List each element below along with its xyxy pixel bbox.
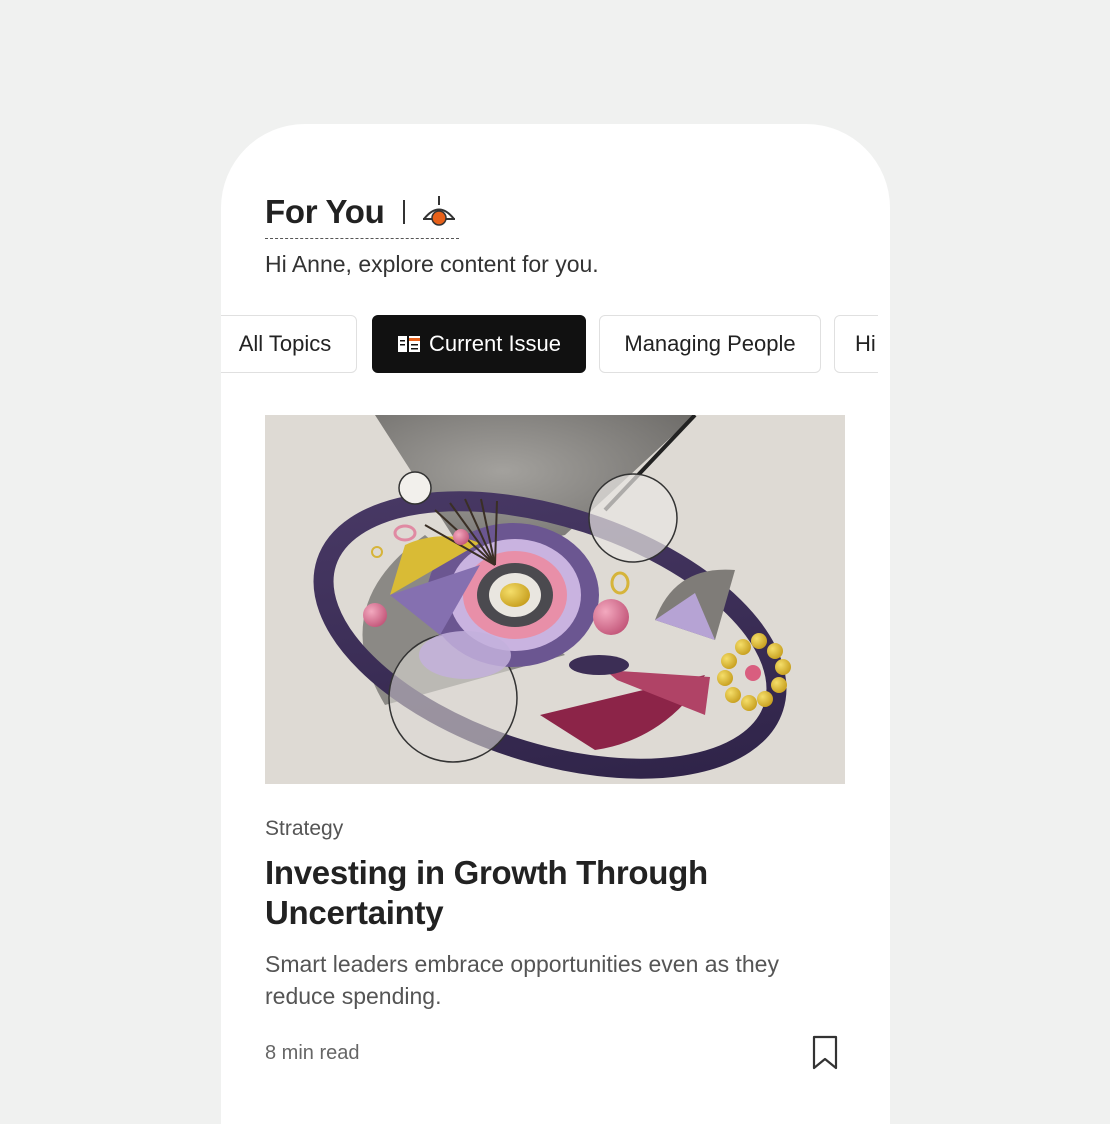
- topic-chips: All Topics Current Issue Managing People…: [221, 315, 878, 377]
- page-title: For You: [265, 193, 385, 230]
- header-divider: [402, 200, 405, 224]
- chip-label: Hi: [855, 331, 876, 356]
- for-you-header[interactable]: For You: [265, 186, 459, 239]
- read-time: 8 min read: [265, 1042, 360, 1064]
- recommendation-icon[interactable]: [421, 194, 457, 230]
- topic-chip-managing-people[interactable]: Managing People: [599, 315, 821, 373]
- bookmark-icon[interactable]: [811, 1035, 839, 1071]
- topic-chip-current-issue[interactable]: Current Issue: [372, 315, 586, 373]
- article-summary: Smart leaders embrace opportunities even…: [265, 951, 779, 1009]
- chip-label: Current Issue: [428, 331, 562, 356]
- topic-chip-partial[interactable]: Hi: [834, 315, 878, 373]
- article-category[interactable]: Strategy: [265, 817, 343, 841]
- article-headline[interactable]: Investing in Growth Through Uncertainty: [265, 853, 825, 933]
- topic-chip-all-topics[interactable]: All Topics: [221, 315, 357, 373]
- chip-label: Managing People: [624, 331, 796, 356]
- abstract-3d-illustration: [313, 415, 791, 779]
- chip-label: All Topics: [238, 331, 332, 356]
- greeting-text: Hi Anne, explore content for you.: [265, 251, 599, 277]
- phone-screen: For You Hi Anne, explore content for you…: [221, 124, 890, 1124]
- magazine-icon: [397, 336, 420, 352]
- article-image[interactable]: [265, 415, 845, 784]
